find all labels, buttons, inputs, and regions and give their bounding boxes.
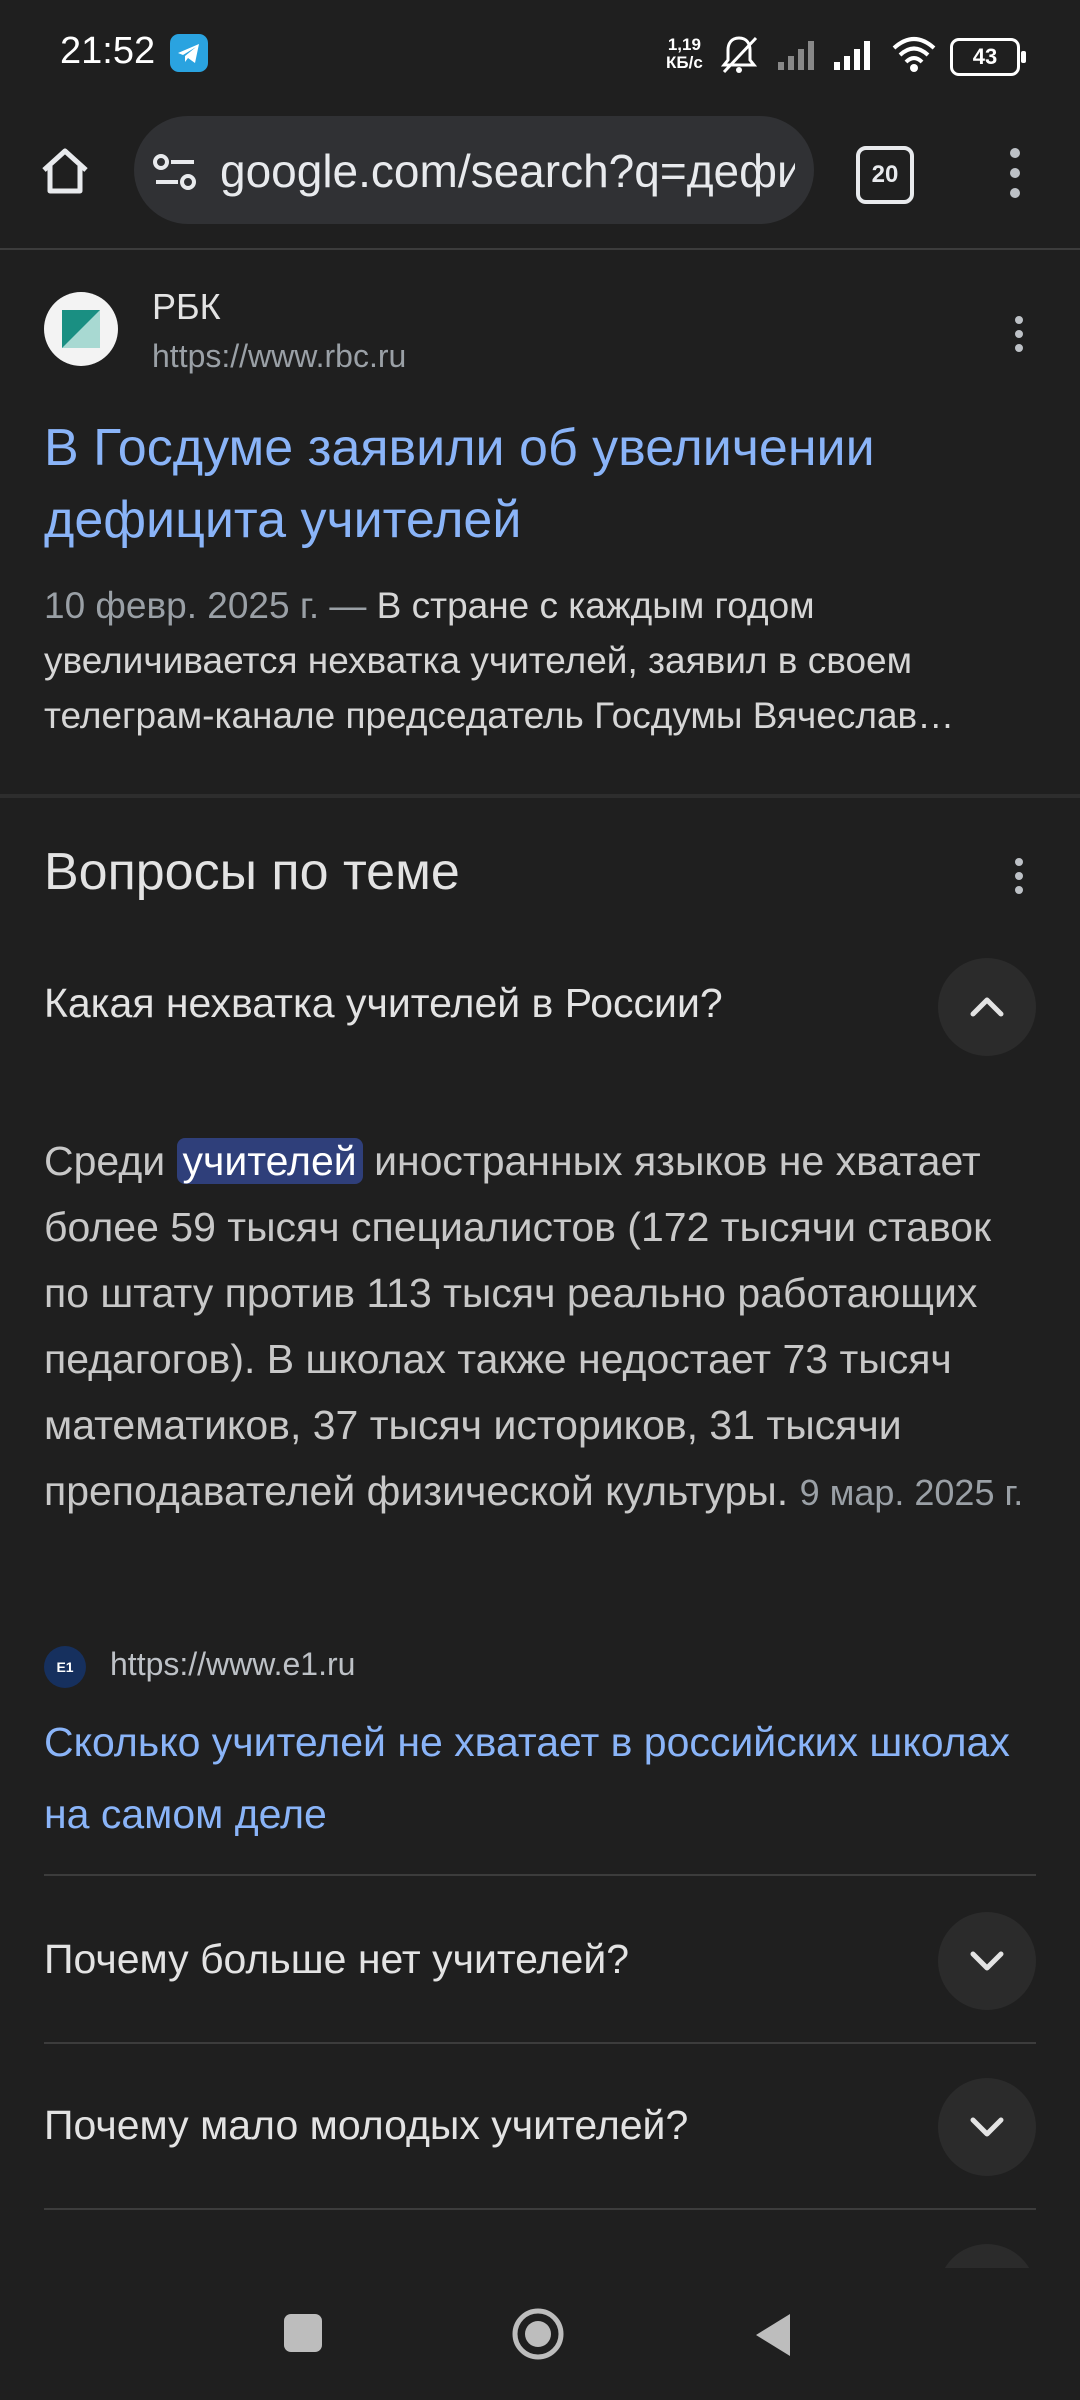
answer-date: 9 мар. 2025 г. — [799, 1472, 1024, 1513]
more-dot — [1015, 858, 1023, 866]
source-title-link[interactable]: Сколько учителей не хватает в российских… — [44, 1706, 1044, 1850]
question-divider — [44, 1874, 1036, 1876]
question-divider — [44, 2042, 1036, 2044]
more-dot — [1015, 344, 1023, 352]
wifi-icon — [890, 34, 938, 79]
battery-icon: 43 — [950, 38, 1026, 76]
battery-tip — [1021, 51, 1026, 63]
more-dot — [1015, 886, 1023, 894]
answer-highlight: учителей — [176, 1138, 363, 1184]
question-item[interactable]: Почему больше нет учителей? — [44, 1936, 629, 1983]
question-divider — [44, 2208, 1036, 2210]
answer-before: Среди — [44, 1138, 177, 1184]
question-expanded[interactable]: Какая нехватка учителей в России? — [44, 980, 723, 1027]
menu-dot — [1010, 148, 1020, 158]
status-time: 21:52 — [60, 30, 156, 72]
section-title: Вопросы по теме — [44, 843, 460, 901]
back-triangle-icon — [756, 2314, 790, 2356]
net-speed-value: 1,19 — [667, 35, 701, 54]
menu-dot — [1010, 188, 1020, 198]
section-more-icon[interactable] — [1015, 858, 1023, 894]
result-title-link[interactable]: В Госдуме заявили об увеличении дефицита… — [44, 412, 1034, 556]
url-text[interactable]: google.com/search?q=дефиц — [220, 144, 795, 198]
telegram-icon — [170, 34, 208, 72]
result-site-name[interactable]: РБК — [152, 286, 221, 328]
mute-icon — [716, 32, 762, 83]
section-divider — [0, 794, 1080, 798]
expand-button[interactable] — [938, 2078, 1036, 2176]
rbc-favicon — [44, 292, 118, 366]
site-settings-icon[interactable] — [152, 152, 198, 197]
question-item[interactable]: Почему мало молодых учителей? — [44, 2102, 688, 2149]
chevron-down-icon — [970, 2117, 1004, 2137]
tabs-button[interactable]: 20 — [856, 146, 914, 204]
e1-favicon: E1 — [44, 1646, 86, 1688]
home-button[interactable] — [510, 2306, 566, 2367]
chevron-down-icon — [970, 1951, 1004, 1971]
result-snippet: 10 февр. 2025 г. — В стране с каждым год… — [44, 578, 1034, 743]
signal-icon — [776, 36, 822, 77]
more-dot — [1015, 330, 1023, 338]
result-site-url[interactable]: https://www.rbc.ru — [152, 338, 406, 375]
back-button[interactable] — [750, 2310, 796, 2365]
net-speed-unit: КБ/с — [666, 53, 703, 72]
chevron-up-icon — [970, 997, 1004, 1017]
source-url[interactable]: https://www.e1.ru — [110, 1646, 355, 1683]
menu-dot — [1010, 168, 1020, 178]
answer-text: Среди учителей иностранных языков не хва… — [44, 1128, 1044, 1526]
signal-icon-2 — [832, 36, 878, 77]
menu-icon[interactable] — [1010, 148, 1020, 198]
result-date: 10 февр. 2025 г. — — [44, 585, 367, 626]
net-speed: 1,19 КБ/с — [666, 36, 703, 72]
result-more-icon[interactable] — [1015, 316, 1023, 352]
recents-button[interactable] — [284, 2314, 322, 2352]
more-dot — [1015, 316, 1023, 324]
answer-after: иностранных языков не хватает более 59 т… — [44, 1138, 992, 1514]
collapse-button[interactable] — [938, 958, 1036, 1056]
more-dot — [1015, 872, 1023, 880]
home-circle-icon — [512, 2308, 564, 2360]
home-icon[interactable] — [38, 144, 92, 203]
expand-button[interactable] — [938, 1912, 1036, 2010]
battery-level: 43 — [972, 44, 998, 69]
